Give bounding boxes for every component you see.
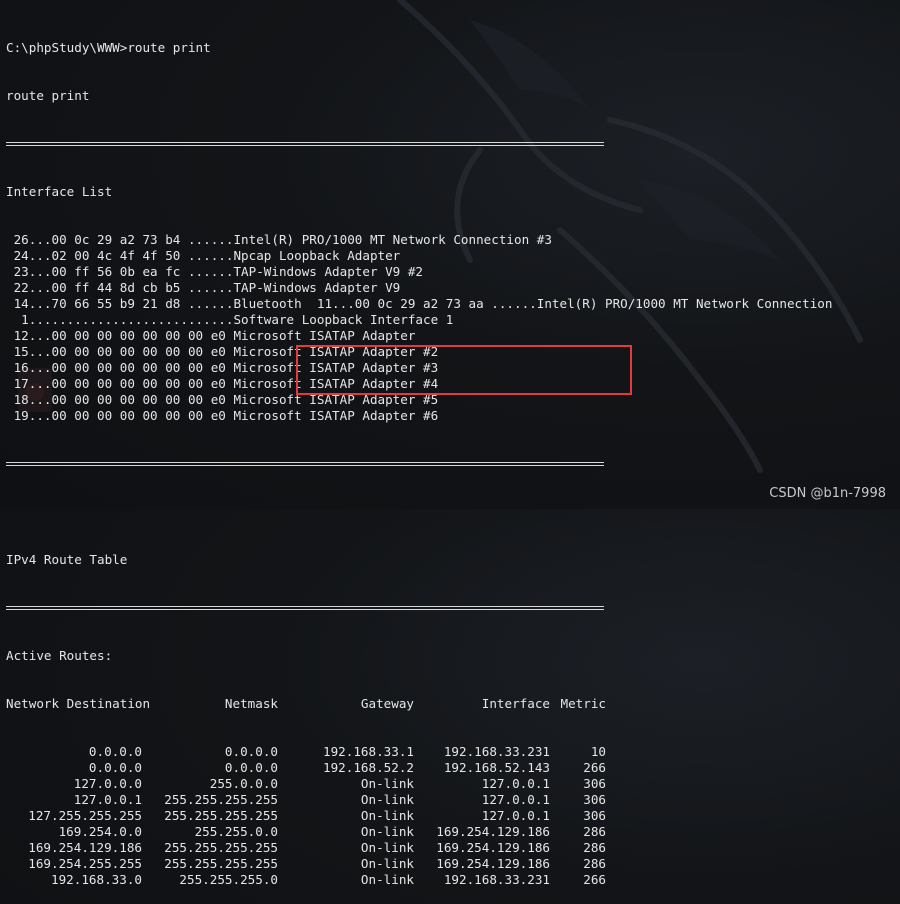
route-gateway-cell: On-link [360, 776, 414, 791]
interface-list-item: 23...00 ff 56 0b ea fc ......TAP-Windows… [6, 264, 424, 279]
route-netmask-cell: 255.255.255.255 [164, 808, 278, 823]
route-gateway-cell: 192.168.52.2 [323, 760, 414, 775]
command-echo: route print [6, 88, 90, 103]
route-gateway-cell: On-link [360, 840, 414, 855]
route-interface-cell: 127.0.0.1 [481, 776, 550, 791]
route-netmask-cell: 0.0.0.0 [224, 744, 278, 759]
route-destination-cell: 0.0.0.0 [88, 760, 142, 775]
separator [6, 600, 604, 616]
route-netmask-cell: 255.255.255.0 [179, 872, 278, 887]
route-row: 127.0.0.1 255.255.255.255 On-link 127.0.0.1… [6, 792, 832, 808]
interface-list-item: 24...02 00 4c 4f 4f 50 ......Npcap Loopb… [6, 248, 401, 263]
interface-list-item: 22...00 ff 44 8d cb b5 ......TAP-Windows… [6, 280, 401, 295]
route-destination-cell: 127.0.0.1 [73, 792, 142, 807]
route-netmask-cell: 255.255.0.0 [194, 824, 278, 839]
interface-list-title: Interface List [6, 184, 113, 199]
route-netmask-cell: 255.255.255.255 [164, 856, 278, 871]
route-gateway-cell: On-link [360, 808, 414, 823]
route-metric-cell: 306 [583, 808, 606, 823]
route-metric-cell: 10 [590, 744, 606, 759]
route-metric-cell: 266 [583, 760, 606, 775]
route-netmask-cell: 255.255.255.255 [164, 792, 278, 807]
command-prompt: C:\phpStudy\WWW>route print [6, 40, 211, 55]
header-destination: Network Destination [6, 696, 151, 711]
route-interface-cell: 127.0.0.1 [481, 792, 550, 807]
route-metric-cell: 286 [583, 840, 606, 855]
terminal-output: C:\phpStudy\WWW>route print route print … [6, 8, 832, 904]
route-interface-cell: 192.168.52.143 [443, 760, 550, 775]
route-table: 0.0.0.0 0.0.0.0 192.168.33.1 192.168.33.231… [6, 744, 832, 888]
route-destination-cell: 192.168.33.0 [51, 872, 142, 887]
route-interface-cell: 192.168.33.231 [443, 872, 550, 887]
ipv4-route-table-title: IPv4 Route Table [6, 552, 128, 567]
route-gateway-cell: On-link [360, 824, 414, 839]
route-destination-cell: 0.0.0.0 [88, 744, 142, 759]
route-row: 127.0.0.0 255.0.0.0 On-link 127.0.0.1 306 [6, 776, 832, 792]
route-row: 169.254.129.186 255.255.255.255 On-link 169… [6, 840, 832, 856]
route-netmask-cell: 255.255.255.255 [164, 840, 278, 855]
interface-list-item: 12...00 00 00 00 00 00 00 e0 Microsoft I… [6, 328, 416, 343]
csdn-watermark: CSDN @b1n-7998 [769, 486, 886, 501]
route-destination-cell: 169.254.255.255 [28, 856, 142, 871]
route-row: 127.255.255.255 255.255.255.255 On-link 127… [6, 808, 832, 824]
route-metric-cell: 286 [583, 824, 606, 839]
interface-list-item: 1...........................Software Loo… [6, 312, 454, 327]
route-destination-cell: 127.255.255.255 [28, 808, 142, 823]
interface-list: 26...00 0c 29 a2 73 b4 ......Intel(R) PR… [6, 232, 833, 424]
interface-list-item: 14...70 66 55 b9 21 d8 ......Bluetooth 1… [6, 296, 833, 311]
interface-list-item: 19...00 00 00 00 00 00 00 e0 Microsoft I… [6, 408, 439, 423]
route-metric-cell: 306 [583, 776, 606, 791]
route-destination-cell: 169.254.0.0 [58, 824, 142, 839]
header-interface: Interface [481, 696, 550, 711]
separator [6, 456, 604, 472]
route-interface-cell: 169.254.129.186 [436, 856, 550, 871]
interface-list-item: 26...00 0c 29 a2 73 b4 ......Intel(R) PR… [6, 232, 552, 247]
route-gateway-cell: 192.168.33.1 [323, 744, 414, 759]
route-destination-cell: 169.254.129.186 [28, 840, 142, 855]
separator [6, 136, 604, 152]
route-interface-cell: 127.0.0.1 [481, 808, 550, 823]
route-row: 169.254.0.0 255.255.0.0 On-link 169.254.129… [6, 824, 832, 840]
route-row: 0.0.0.0 0.0.0.0 192.168.52.2 192.168.52.143… [6, 760, 832, 776]
header-metric: Metric [560, 696, 607, 711]
route-row: 192.168.33.0 255.255.255.0 On-link 192.168.… [6, 872, 832, 888]
route-gateway-cell: On-link [360, 856, 414, 871]
header-netmask: Netmask [224, 696, 278, 711]
route-row: 169.254.255.255 255.255.255.255 On-link 169… [6, 856, 832, 872]
route-metric-cell: 266 [583, 872, 606, 887]
route-netmask-cell: 0.0.0.0 [224, 760, 278, 775]
route-gateway-cell: On-link [360, 792, 414, 807]
header-gateway: Gateway [360, 696, 414, 711]
active-routes-title: Active Routes: [6, 648, 113, 663]
route-interface-cell: 169.254.129.186 [436, 840, 550, 855]
route-table-header: Network Destination Netmask Gateway Inte… [6, 696, 832, 712]
default-gateway-highlight-box [296, 345, 632, 395]
route-row: 0.0.0.0 0.0.0.0 192.168.33.1 192.168.33.231… [6, 744, 832, 760]
route-netmask-cell: 255.0.0.0 [209, 776, 278, 791]
route-interface-cell: 169.254.129.186 [436, 824, 550, 839]
route-gateway-cell: On-link [360, 872, 414, 887]
route-destination-cell: 127.0.0.0 [73, 776, 142, 791]
route-metric-cell: 306 [583, 792, 606, 807]
route-metric-cell: 286 [583, 856, 606, 871]
route-interface-cell: 192.168.33.231 [443, 744, 550, 759]
